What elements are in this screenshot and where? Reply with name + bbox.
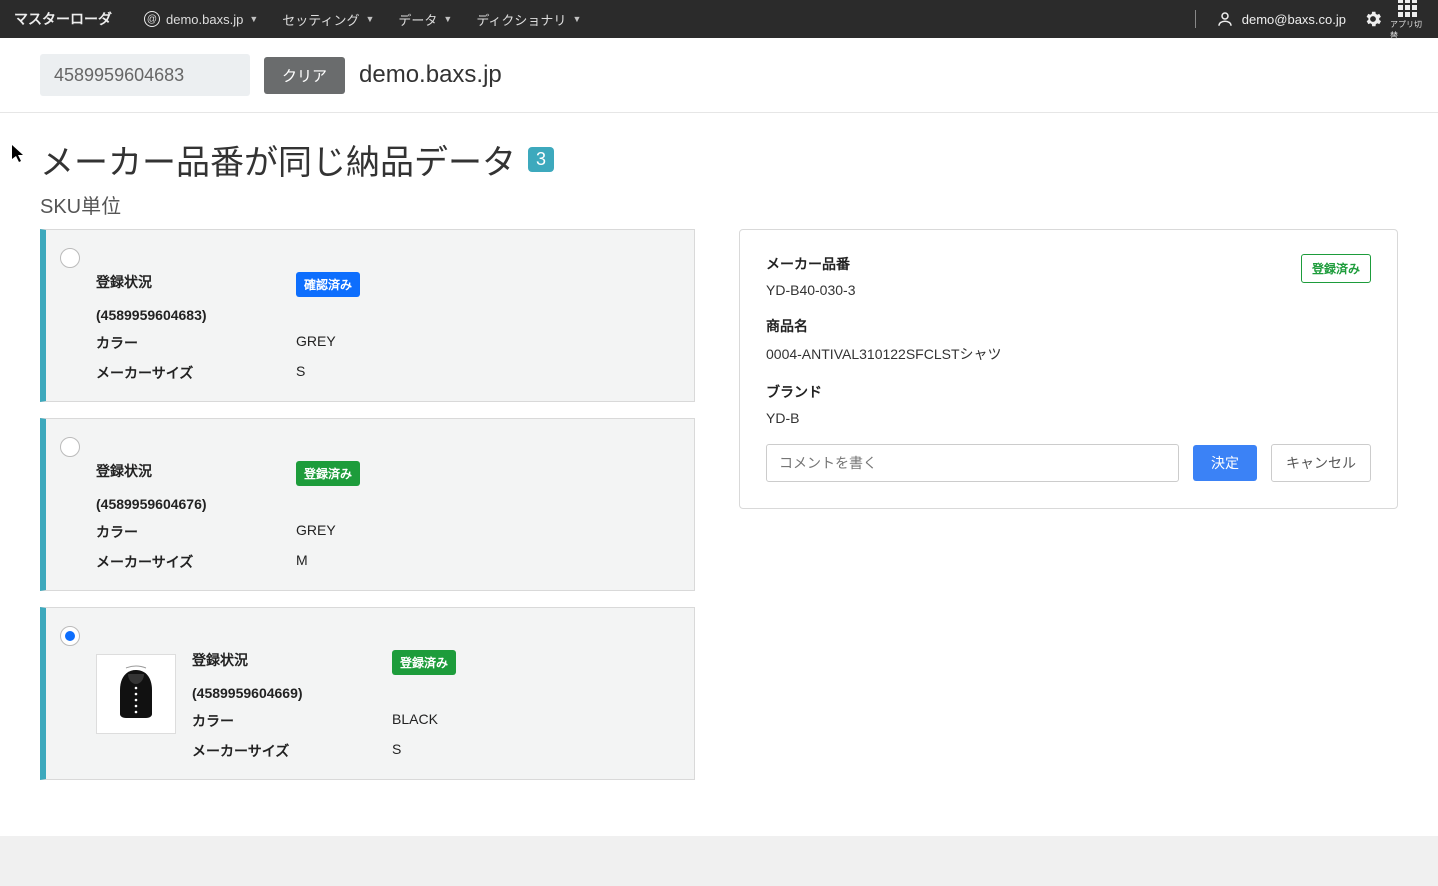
sku-size: S xyxy=(296,363,360,383)
nav-divider xyxy=(1195,10,1196,28)
select-radio[interactable] xyxy=(60,248,80,268)
chevron-down-icon: ▼ xyxy=(572,14,581,24)
nav-user-email: demo@baxs.co.jp xyxy=(1242,12,1346,27)
sku-card[interactable]: 登録状況 確認済み (4589959604683) カラー GREY メーカーサ… xyxy=(40,229,695,402)
sku-card[interactable]: 登録状況 登録済み (4589959604676) カラー GREY メーカーサ… xyxy=(40,418,695,591)
app-switch-label: アプリ切替 xyxy=(1390,19,1424,41)
sku-size: M xyxy=(296,552,360,572)
nav-data-label: データ xyxy=(398,10,437,29)
detail-maker-no-label: メーカー品番 xyxy=(766,254,856,274)
chevron-down-icon: ▼ xyxy=(365,14,374,24)
comment-input[interactable] xyxy=(766,444,1179,482)
select-radio[interactable] xyxy=(60,437,80,457)
result-count-badge: 3 xyxy=(528,147,554,172)
detail-status-badge: 登録済み xyxy=(1301,254,1371,283)
status-badge: 登録済み xyxy=(296,461,360,486)
top-nav: マスターローダ @ demo.baxs.jp ▼ セッティング ▼ データ ▼ … xyxy=(0,0,1438,38)
field-label-reg: 登録状況 xyxy=(192,650,372,675)
app-brand: マスターローダ xyxy=(14,9,112,29)
settings-icon[interactable] xyxy=(1356,9,1390,29)
field-label-color: カラー xyxy=(96,522,276,542)
nav-dictionary-label: ディクショナリ xyxy=(476,10,566,29)
product-thumbnail xyxy=(96,654,176,734)
nav-user[interactable]: demo@baxs.co.jp xyxy=(1206,10,1356,28)
sku-color: BLACK xyxy=(392,711,456,731)
chevron-down-icon: ▼ xyxy=(443,14,452,24)
barcode-search-input[interactable] xyxy=(40,54,250,96)
toolbar: クリア demo.baxs.jp xyxy=(0,38,1438,113)
sku-code: (4589959604676) xyxy=(96,496,276,512)
nav-settings-label: セッティング xyxy=(282,10,359,29)
sku-color: GREY xyxy=(296,333,360,353)
sku-card-fields: 登録状況 確認済み (4589959604683) カラー GREY メーカーサ… xyxy=(96,272,360,383)
clear-button[interactable]: クリア xyxy=(264,57,345,94)
nav-domain-text: demo.baxs.jp xyxy=(166,12,243,27)
detail-brand-value: YD-B xyxy=(766,410,1371,426)
apps-grid-icon xyxy=(1398,0,1417,17)
decide-button[interactable]: 決定 xyxy=(1193,445,1257,481)
sku-card[interactable]: 登録状況 登録済み (4589959604669) カラー BLACK メーカー… xyxy=(40,607,695,780)
sku-card-fields: 登録状況 登録済み (4589959604669) カラー BLACK メーカー… xyxy=(192,650,456,761)
field-label-reg: 登録状況 xyxy=(96,461,276,486)
footer-strip xyxy=(0,836,1438,886)
page-header: メーカー品番が同じ納品データ 3 SKU単位 xyxy=(0,113,1438,223)
page-title: メーカー品番が同じ納品データ 3 xyxy=(40,135,1398,184)
at-icon: @ xyxy=(144,11,160,27)
sku-color: GREY xyxy=(296,522,360,542)
status-badge: 確認済み xyxy=(296,272,360,297)
nav-domain[interactable]: @ demo.baxs.jp ▼ xyxy=(132,0,270,38)
page-subtitle: SKU単位 xyxy=(40,190,1398,219)
toolbar-domain-text: demo.baxs.jp xyxy=(359,61,502,89)
nav-settings[interactable]: セッティング ▼ xyxy=(270,0,386,38)
field-label-size: メーカーサイズ xyxy=(192,741,372,761)
cancel-button[interactable]: キャンセル xyxy=(1271,444,1371,482)
sku-list: 登録状況 確認済み (4589959604683) カラー GREY メーカーサ… xyxy=(40,229,695,796)
detail-product-name-value: 0004-ANTIVAL310122SFCLSTシャツ xyxy=(766,344,1371,364)
status-badge: 登録済み xyxy=(392,650,456,675)
field-label-color: カラー xyxy=(96,333,276,353)
detail-product-name-label: 商品名 xyxy=(766,316,1371,336)
detail-panel: メーカー品番 YD-B40-030-3 登録済み 商品名 0004-ANTIVA… xyxy=(739,229,1398,509)
main-area: 登録状況 確認済み (4589959604683) カラー GREY メーカーサ… xyxy=(0,223,1438,836)
sku-code: (4589959604669) xyxy=(192,685,372,701)
field-label-size: メーカーサイズ xyxy=(96,363,276,383)
user-icon xyxy=(1216,10,1234,28)
chevron-down-icon: ▼ xyxy=(249,14,258,24)
field-label-reg: 登録状況 xyxy=(96,272,276,297)
nav-data[interactable]: データ ▼ xyxy=(386,0,464,38)
page-title-text: メーカー品番が同じ納品データ xyxy=(40,135,516,184)
field-label-color: カラー xyxy=(192,711,372,731)
nav-dictionary[interactable]: ディクショナリ ▼ xyxy=(464,0,593,38)
sku-size: S xyxy=(392,741,456,761)
sku-code: (4589959604683) xyxy=(96,307,276,323)
detail-brand-label: ブランド xyxy=(766,382,1371,402)
sku-card-fields: 登録状況 登録済み (4589959604676) カラー GREY メーカーサ… xyxy=(96,461,360,572)
select-radio[interactable] xyxy=(60,626,80,646)
field-label-size: メーカーサイズ xyxy=(96,552,276,572)
app-switcher[interactable]: アプリ切替 xyxy=(1390,0,1424,41)
detail-maker-no-value: YD-B40-030-3 xyxy=(766,282,856,298)
